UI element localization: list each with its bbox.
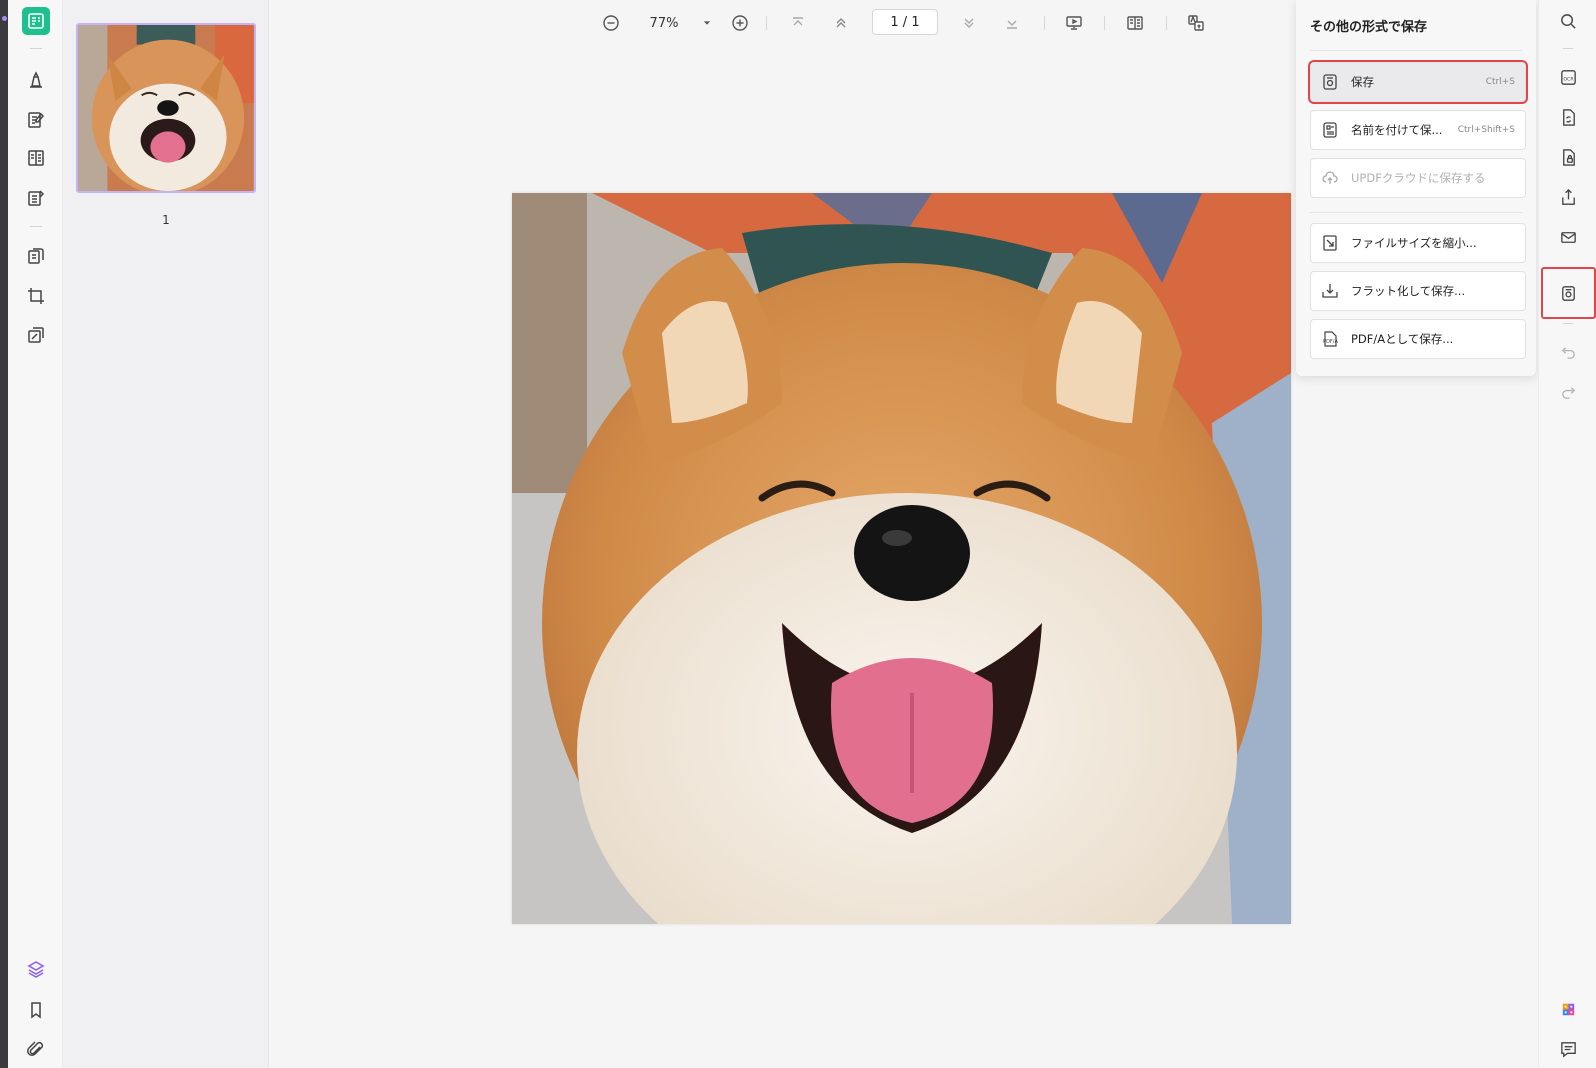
ai-assistant-icon[interactable]	[1555, 996, 1581, 1022]
thumbnail-panel: 1	[63, 0, 269, 1068]
save-panel-title: その他の形式で保存	[1310, 20, 1428, 35]
pdf-page-image	[512, 193, 1291, 924]
save-as-pdfa-button[interactable]: PDF/A PDF/Aとして保存...	[1310, 319, 1526, 359]
panel-divider	[1310, 50, 1522, 51]
save-as-shortcut: Ctrl+Shift+S	[1457, 125, 1515, 135]
flatten-save-button[interactable]: フラット化して保存...	[1310, 271, 1526, 311]
tools-icon[interactable]	[22, 321, 50, 349]
cloud-save-icon	[1321, 169, 1339, 187]
organize-view-icon[interactable]	[22, 144, 50, 172]
save-as-pdfa-label: PDF/Aとして保存...	[1351, 332, 1454, 346]
save-button[interactable]: 保存 Ctrl+S	[1308, 60, 1528, 104]
right-toolbar-highlight	[1541, 267, 1596, 319]
save-as-label: 名前を付けて保...	[1351, 123, 1443, 137]
previous-page-icon[interactable]	[829, 10, 853, 36]
page-display-icon[interactable]	[1122, 10, 1148, 36]
dog-photo-thumbnail	[78, 25, 254, 191]
search-icon[interactable]	[1555, 8, 1581, 34]
save-label: 保存	[1351, 75, 1374, 89]
save-as-icon	[1321, 121, 1339, 139]
bookmark-icon[interactable]	[22, 996, 50, 1024]
cloud-save-label: UPDFクラウドに保存する	[1351, 171, 1486, 185]
edit-pdf-icon[interactable]	[22, 106, 50, 134]
save-shortcut: Ctrl+S	[1485, 77, 1515, 87]
reduce-file-size-button[interactable]: ファイルサイズを縮小...	[1310, 223, 1526, 263]
zoom-out-icon[interactable]	[599, 10, 623, 36]
save-icon	[1321, 73, 1339, 91]
page-thumbnail[interactable]	[76, 23, 256, 193]
zoom-level-value: 77%	[649, 15, 679, 31]
thumbnail-page-number: 1	[162, 213, 170, 227]
translate-icon[interactable]	[1183, 10, 1209, 36]
panel-divider	[1310, 212, 1522, 213]
form-edit-icon[interactable]	[22, 184, 50, 212]
page-indicator: 1 / 1	[890, 14, 920, 30]
protect-pdf-icon[interactable]	[1555, 144, 1581, 170]
layers-icon[interactable]	[22, 955, 50, 983]
right-toolbar: OCR	[1538, 0, 1596, 1068]
next-page-icon[interactable]	[957, 10, 981, 36]
first-page-icon[interactable]	[786, 10, 810, 36]
window-edge	[0, 0, 8, 1068]
pdfa-icon: PDF/A	[1321, 330, 1339, 348]
redo-icon[interactable]	[1555, 378, 1581, 404]
undo-icon[interactable]	[1555, 338, 1581, 364]
cloud-save-button[interactable]: UPDFクラウドに保存する	[1310, 158, 1526, 198]
flatten-icon	[1321, 282, 1339, 300]
page-number-input[interactable]: 1 / 1	[872, 9, 938, 35]
last-page-icon[interactable]	[1000, 10, 1024, 36]
reduce-file-size-label: ファイルサイズを縮小...	[1351, 236, 1477, 250]
presentation-icon[interactable]	[1061, 10, 1087, 36]
share-icon[interactable]	[1555, 184, 1581, 210]
flatten-save-label: フラット化して保存...	[1351, 284, 1466, 298]
comment-tool-icon[interactable]	[22, 66, 50, 94]
edge-dot	[2, 16, 7, 21]
attachment-icon[interactable]	[22, 1036, 50, 1064]
view-toolbar: 77% 1 / 1	[269, 0, 1294, 46]
svg-text:OCR: OCR	[1563, 76, 1574, 82]
reader-mode-icon[interactable]	[22, 7, 50, 35]
ocr-icon[interactable]: OCR	[1555, 64, 1581, 90]
compress-icon	[1321, 234, 1339, 252]
save-as-button[interactable]: 名前を付けて保... Ctrl+Shift+S	[1310, 110, 1526, 150]
svg-text:PDF/A: PDF/A	[1323, 339, 1338, 345]
dog-photo	[512, 193, 1291, 924]
save-as-panel: その他の形式で保存 保存 Ctrl+S 名前を付けて保... Ctrl+Shif…	[1296, 0, 1536, 376]
email-icon[interactable]	[1555, 224, 1581, 250]
left-toolbar	[8, 0, 63, 1068]
crop-page-icon[interactable]	[22, 282, 50, 310]
zoom-in-icon[interactable]	[728, 10, 752, 36]
comments-list-icon[interactable]	[1555, 1036, 1581, 1062]
zoom-dropdown-icon[interactable]	[700, 10, 714, 36]
organize-pages-icon[interactable]	[22, 242, 50, 270]
convert-pdf-icon[interactable]	[1555, 104, 1581, 130]
zoom-level[interactable]: 77%	[639, 10, 689, 36]
